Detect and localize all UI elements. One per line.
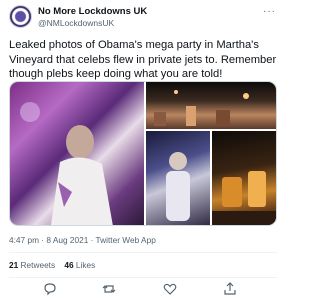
photo-3[interactable] xyxy=(146,131,210,225)
avatar[interactable] xyxy=(9,5,32,28)
tweet: No More Lockdowns UK @NMLockdownsUK ··· … xyxy=(0,0,284,300)
tweet-timestamp[interactable]: 4:47 pm · 8 Aug 2021 · Twitter Web App xyxy=(9,235,156,245)
likes-label[interactable]: Likes xyxy=(76,260,95,270)
media-grid xyxy=(9,81,277,226)
engagement-stats: 21 Retweets 46 Likes xyxy=(9,260,95,270)
likes-count[interactable]: 46 xyxy=(64,260,73,270)
share-icon[interactable] xyxy=(222,281,238,297)
divider xyxy=(9,252,277,253)
display-name[interactable]: No More Lockdowns UK xyxy=(38,6,147,17)
like-icon[interactable] xyxy=(162,281,178,297)
tweet-text: Leaked photos of Obama's mega party in M… xyxy=(9,39,277,80)
divider xyxy=(9,277,277,278)
reply-icon[interactable] xyxy=(42,281,58,297)
account-handle[interactable]: @NMLockdownsUK xyxy=(38,18,114,28)
action-bar xyxy=(0,281,284,297)
retweet-icon[interactable] xyxy=(101,281,117,297)
photo-1[interactable] xyxy=(10,82,144,225)
more-options-icon[interactable]: ··· xyxy=(263,6,276,17)
photo-2[interactable] xyxy=(146,82,276,129)
photo-4[interactable] xyxy=(212,131,276,225)
retweets-label[interactable]: Retweets xyxy=(21,260,56,270)
retweets-count[interactable]: 21 xyxy=(9,260,18,270)
